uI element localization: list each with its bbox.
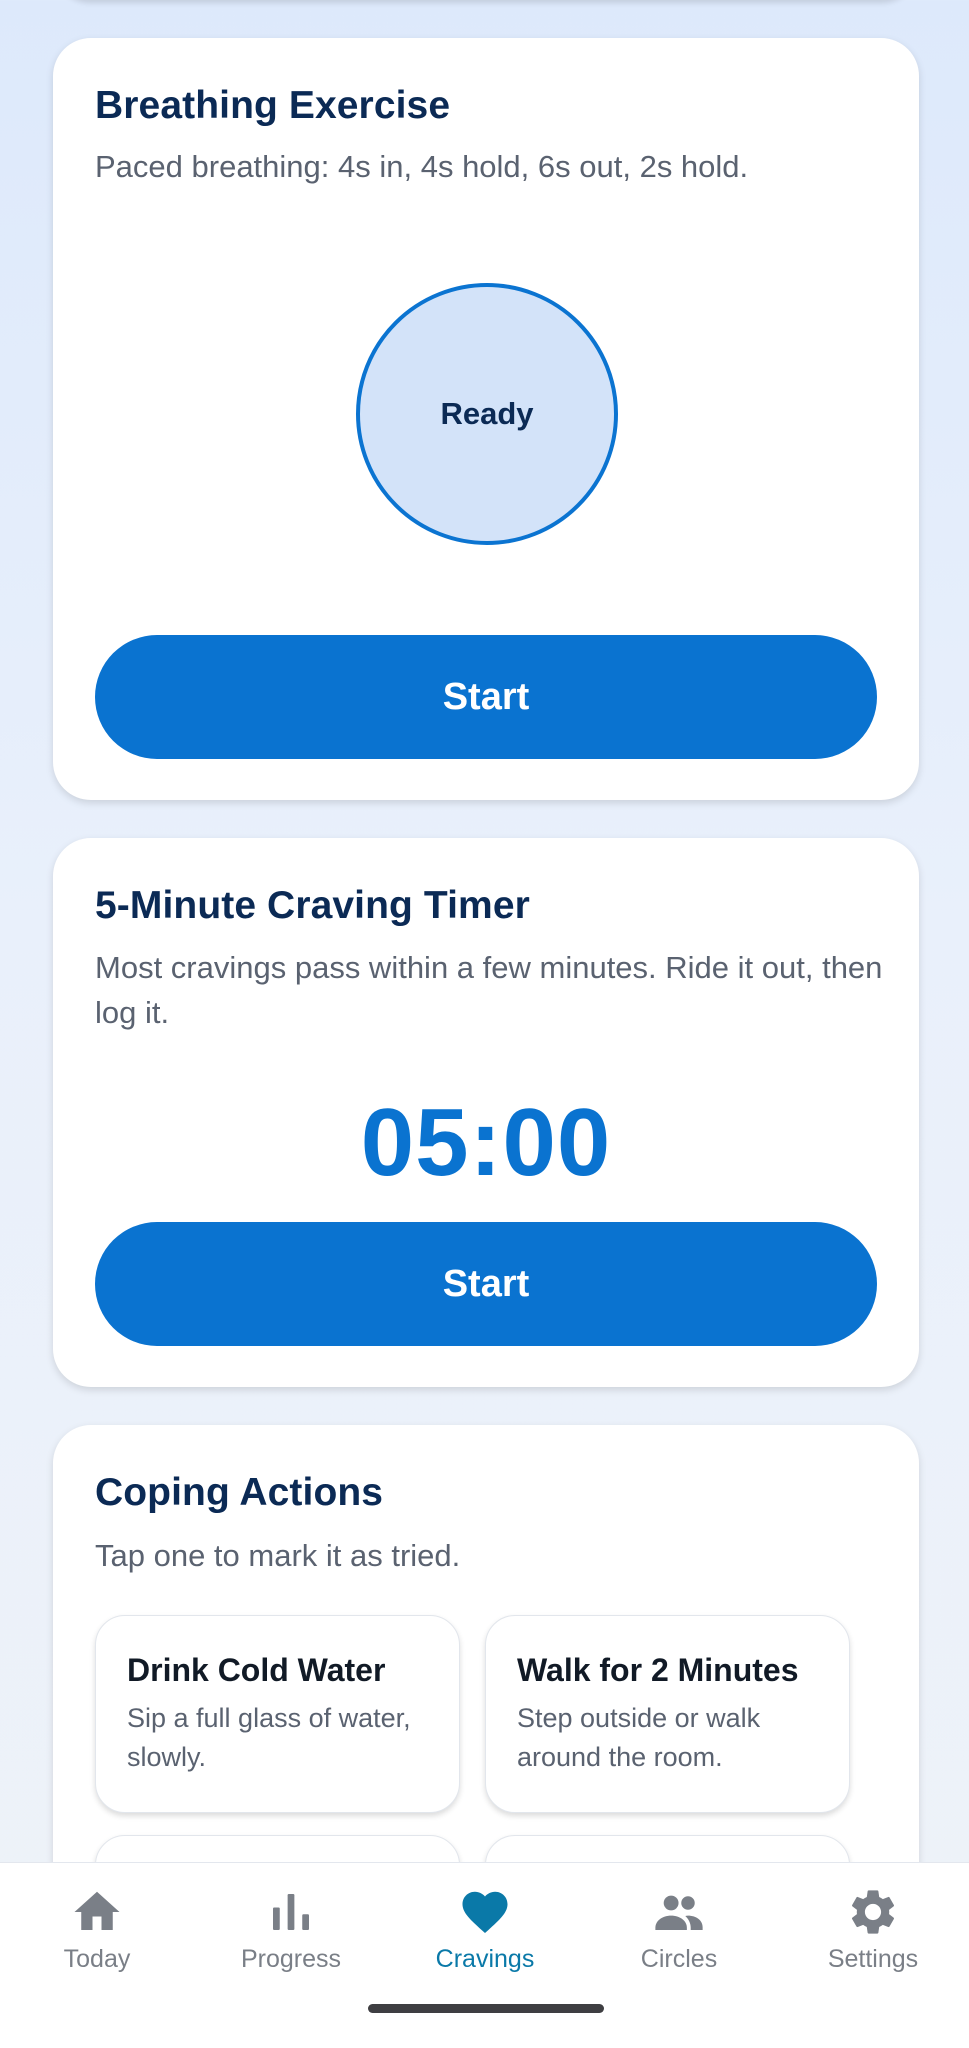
coping-action-title: Drink Cold Water xyxy=(127,1652,386,1688)
breathing-state-label: Ready xyxy=(440,396,534,431)
coping-action-description: Step outside or walk around the room. xyxy=(517,1703,761,1772)
timer-display: 05:00 xyxy=(360,1089,612,1196)
nav-label: Settings xyxy=(827,1945,919,1973)
nav-label: Today xyxy=(63,1945,131,1973)
breathing-description: Paced breathing: 4s in, 4s hold, 6s out,… xyxy=(95,149,749,184)
home-indicator[interactable] xyxy=(368,2004,604,2013)
bar-chart-icon xyxy=(273,1894,309,1930)
coping-title: Coping Actions xyxy=(95,1471,384,1514)
people-icon xyxy=(655,1895,703,1930)
home-icon xyxy=(74,1891,120,1930)
nav-label: Progress xyxy=(240,1945,342,1973)
nav-item-circles[interactable]: Circles xyxy=(582,1863,776,2003)
coping-subtitle: Tap one to mark it as tried. xyxy=(95,1538,461,1573)
breathing-title: Breathing Exercise xyxy=(95,84,451,127)
nav-item-settings[interactable]: Settings xyxy=(776,1863,969,2003)
breathing-start-button[interactable]: Start xyxy=(95,635,877,759)
coping-action-card[interactable]: Walk for 2 Minutes Step outside or walk … xyxy=(485,1615,850,1813)
timer-start-button[interactable]: Start xyxy=(95,1222,877,1346)
nav-item-progress[interactable]: Progress xyxy=(194,1863,388,2003)
timer-description: Most cravings pass within a few minutes.… xyxy=(95,950,883,1030)
timer-title: 5-Minute Craving Timer xyxy=(95,884,530,927)
bottom-nav: Today Progress Cravings Circles Settings xyxy=(0,1862,969,2048)
coping-action-title: Walk for 2 Minutes xyxy=(517,1652,799,1688)
heart-icon xyxy=(462,1891,508,1934)
nav-item-today[interactable]: Today xyxy=(0,1863,194,2003)
coping-action-card[interactable]: Drink Cold Water Sip a full glass of wat… xyxy=(95,1615,460,1813)
breathing-circle: Ready xyxy=(356,283,618,545)
craving-timer-card: 5-Minute Craving Timer Most cravings pas… xyxy=(53,838,919,1387)
breathing-exercise-card: Breathing Exercise Paced breathing: 4s i… xyxy=(53,38,919,800)
gear-icon xyxy=(851,1890,895,1934)
nav-label: Cravings xyxy=(435,1945,535,1973)
nav-label: Circles xyxy=(640,1945,718,1973)
coping-action-description: Sip a full glass of water, slowly. xyxy=(127,1703,411,1772)
nav-item-cravings[interactable]: Cravings xyxy=(388,1863,582,2003)
